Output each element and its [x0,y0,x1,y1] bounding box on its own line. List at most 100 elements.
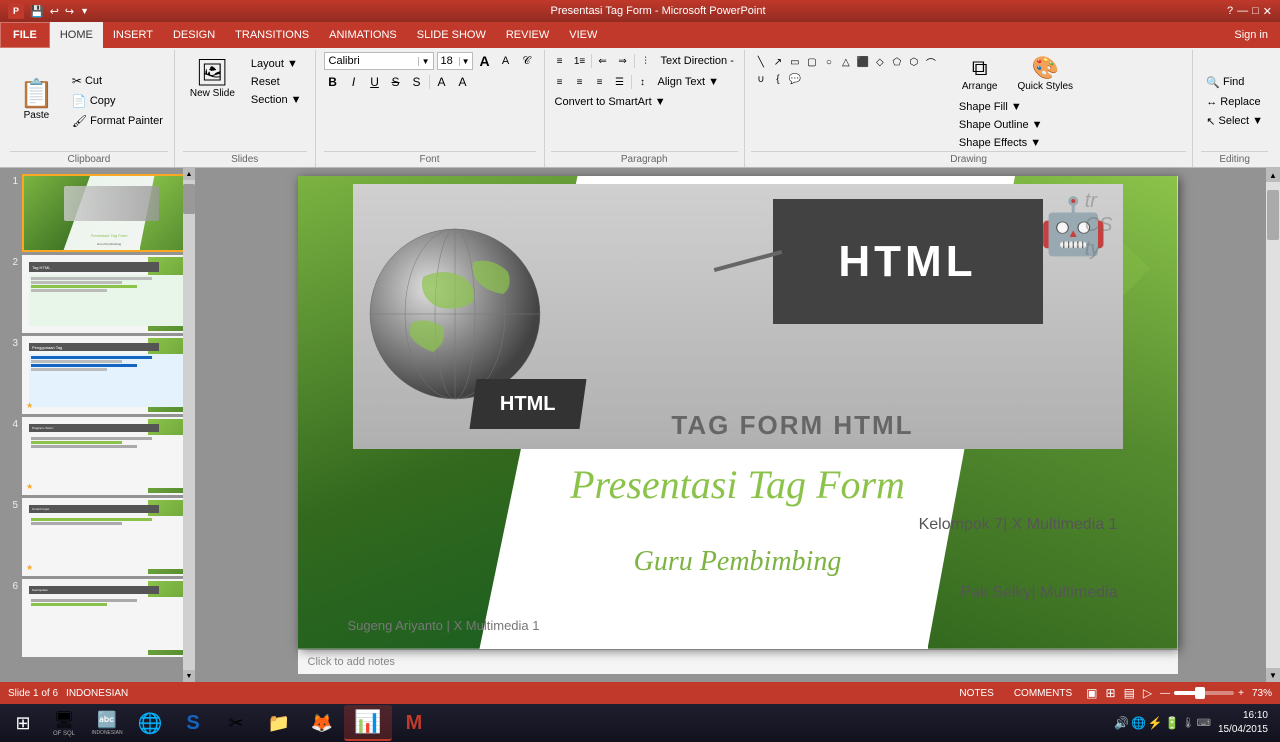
shape-fill-button[interactable]: Shape Fill ▼ [955,99,1080,115]
tab-home[interactable]: HOME [50,22,103,48]
align-right-button[interactable]: ≡ [591,73,609,91]
zoom-slider[interactable]: — + [1160,688,1244,699]
notes-bar[interactable]: Click to add notes [298,649,1178,674]
scroll-thumb[interactable] [183,184,195,214]
taskbar-app-msoft[interactable]: M [393,705,435,741]
comments-status-btn[interactable]: COMMENTS [1008,687,1078,700]
slide-thumb-img-2[interactable]: Tag HTML [22,255,191,333]
font-shrink-button[interactable]: A [497,52,515,70]
columns-button[interactable]: ⫶ [637,52,655,70]
sign-in[interactable]: Sign in [1222,29,1280,41]
minimize-button[interactable]: — [1237,5,1248,18]
vscroll-up[interactable]: ▲ [1266,168,1280,182]
shape-more[interactable]: ⬛ [855,54,871,70]
clear-format-button[interactable]: 𝒞 [518,52,536,70]
justify-button[interactable]: ☰ [611,73,629,91]
shape-rect[interactable]: ▭ [787,54,803,70]
shape-triangle[interactable]: △ [838,54,854,70]
shape-effects-button[interactable]: Shape Effects ▼ [955,135,1080,151]
shape-hexagon[interactable]: ⬡ [906,54,922,70]
align-center-button[interactable]: ≡ [571,73,589,91]
tab-file[interactable]: FILE [0,22,50,48]
increase-indent-button[interactable]: ⇒ [614,52,632,70]
shape-line[interactable]: ╲ [753,54,769,70]
quick-styles-button[interactable]: 🎨 Quick Styles [1010,52,1080,95]
taskbar-app-firefox[interactable]: 🦊 [301,705,343,741]
slide-thumb-5[interactable]: 5 Contoh Input ★ [4,498,191,576]
tab-view[interactable]: VIEW [559,22,607,48]
taskbar-app-lang[interactable]: 🔤 INDONESIAN [86,705,128,741]
font-name-selector[interactable]: Calibri ▼ [324,52,434,70]
replace-button[interactable]: ↔ Replace [1201,94,1268,110]
highlight-button[interactable]: A [454,73,472,91]
align-text-button[interactable]: Align Text ▼ [654,74,723,90]
shape-rounded-rect[interactable]: ▢ [804,54,820,70]
view-normal-btn[interactable]: ▣ [1086,686,1097,700]
slide-thumb-img-1[interactable]: Presentasi Tag Form Guru Pembimbing [22,174,191,252]
slide-thumb-4[interactable]: 4 Program <form> ★ [4,417,191,495]
slide-thumb-2[interactable]: 2 Tag HTML [4,255,191,333]
quick-redo[interactable]: ↪ [65,5,74,18]
vscroll-down[interactable]: ▼ [1266,668,1280,682]
help-button[interactable]: ? [1227,5,1233,18]
scroll-down-button[interactable]: ▼ [183,670,195,682]
reset-button[interactable]: Reset [246,74,307,90]
taskbar-app-cut[interactable]: ✂ [215,705,257,741]
tab-review[interactable]: REVIEW [496,22,559,48]
convert-smartart-button[interactable]: Convert to SmartArt ▼ [551,94,738,110]
decrease-indent-button[interactable]: ⇐ [594,52,612,70]
notes-status-btn[interactable]: NOTES [953,687,999,700]
taskbar-app-globe[interactable]: 🌐 [129,705,171,741]
maximize-button[interactable]: □ [1252,5,1259,18]
shape-arc[interactable]: ∪ [753,71,769,87]
bold-button[interactable]: B [324,73,342,91]
slide-thumb-img-6[interactable]: Kesimpulan [22,579,191,657]
tab-design[interactable]: DESIGN [163,22,225,48]
slide-thumb-1[interactable]: 1 Presentasi Tag Form Guru Pembimbing [4,174,191,252]
font-grow-button[interactable]: A [476,52,494,70]
find-button[interactable]: 🔍 Find [1201,74,1268,91]
slide-thumb-6[interactable]: 6 Kesimpulan [4,579,191,657]
shape-oval[interactable]: ○ [821,54,837,70]
new-slide-button[interactable]: 🖼 New Slide [183,52,242,104]
taskbar-app-filemanager[interactable]: 📁 [258,705,300,741]
shape-diamond[interactable]: ◇ [872,54,888,70]
shape-curve[interactable]: ⌒ [923,54,939,70]
slide-footer[interactable]: Sugeng Ariyanto | X Multimedia 1 [348,618,540,633]
format-painter-button[interactable]: 🖌 Format Painter [67,112,168,130]
cut-button[interactable]: ✂ Cut [67,72,168,90]
scroll-up-button[interactable]: ▲ [183,168,195,180]
arrange-button[interactable]: ⧉ Arrange [955,52,1005,95]
tab-slideshow[interactable]: SLIDE SHOW [407,22,496,48]
tab-insert[interactable]: INSERT [103,22,163,48]
shape-pentagon[interactable]: ⬠ [889,54,905,70]
strikethrough-button[interactable]: S [387,73,405,91]
slide-view-vscroll[interactable]: ▲ ▼ [1266,168,1280,682]
slide-thumb-img-5[interactable]: Contoh Input ★ [22,498,191,576]
underline-button[interactable]: U [366,73,384,91]
start-button[interactable]: ⊞ [4,705,42,741]
slide-thumb-img-3[interactable]: Penggunaan Tag ★ [22,336,191,414]
italic-button[interactable]: I [345,73,363,91]
taskbar-app-sql[interactable]: 🖥 OF SQL [43,705,85,741]
shape-brace[interactable]: { [770,71,786,87]
shape-outline-button[interactable]: Shape Outline ▼ [955,117,1080,133]
tab-transitions[interactable]: TRANSITIONS [225,22,319,48]
close-button[interactable]: ✕ [1263,5,1272,18]
bullet-list-button[interactable]: ≡ [551,52,569,70]
layout-button[interactable]: Layout ▼ [246,56,307,72]
slide-guru-label[interactable]: Guru Pembimbing [348,546,1128,578]
slide-main-title[interactable]: Presentasi Tag Form [348,461,1128,508]
slide-guru-name[interactable]: Pak Selky| Multimedia [348,584,1118,602]
text-direction-button[interactable]: Text Direction - [657,53,738,69]
quick-undo[interactable]: ↩ [50,5,59,18]
font-size-selector[interactable]: 18 ▼ [437,52,473,70]
view-reading-btn[interactable]: ▤ [1124,686,1135,700]
shape-arrow[interactable]: ↗ [770,54,786,70]
slide-panel-scrollbar[interactable]: ▲ ▼ [183,168,195,682]
slide-kelompok[interactable]: Kelompok 7| X Multimedia 1 [348,516,1118,534]
view-slideshow-btn[interactable]: ▷ [1143,686,1152,700]
shape-callout[interactable]: 💬 [787,71,803,87]
paste-button[interactable]: 📋 Paste [10,52,63,149]
select-button[interactable]: ↖ Select ▼ [1201,113,1268,130]
